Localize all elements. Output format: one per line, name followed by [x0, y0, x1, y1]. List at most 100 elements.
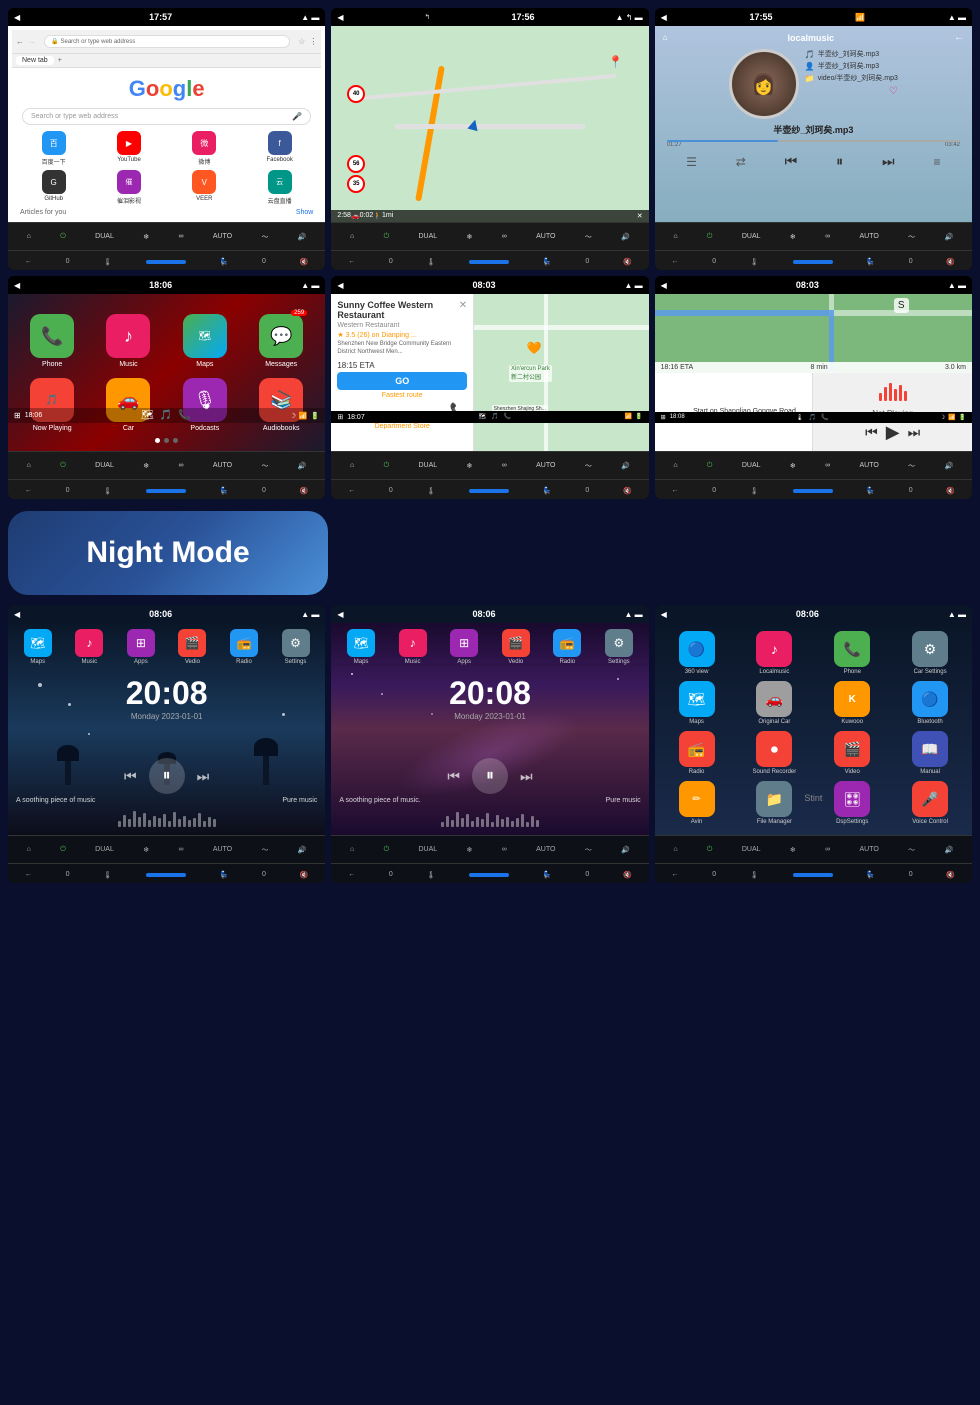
home-icon8[interactable]: ⌂	[27, 846, 31, 853]
night2-app-video[interactable]: 🎬 Vedio	[502, 629, 530, 665]
wave-icon3[interactable]: 〜	[908, 232, 915, 242]
night3-back-icon[interactable]: ◀	[661, 610, 667, 619]
dot-3[interactable]	[173, 438, 178, 443]
phone-icon[interactable]: 📞	[178, 410, 190, 421]
app-manual[interactable]: 📖 Manual	[894, 731, 966, 775]
app-360view[interactable]: 🔵 360 view	[661, 631, 733, 675]
vol2-icon[interactable]: 🔇	[300, 258, 309, 266]
snowflake-icon4[interactable]: ❄	[143, 462, 149, 470]
mc-prev[interactable]: ⏮	[865, 424, 878, 441]
prev-icon[interactable]: ⏮	[785, 153, 798, 170]
next-icon[interactable]: ⏭	[882, 153, 895, 170]
vol10-icon[interactable]: 🔇	[946, 871, 955, 879]
cpnav-back-icon[interactable]: ◀	[661, 281, 667, 290]
vol-icon7[interactable]: 🔊	[298, 846, 307, 854]
music-icon2[interactable]: 🎵	[160, 410, 172, 421]
night-app-music[interactable]: ♪ Music	[75, 629, 103, 665]
vol9-icon[interactable]: 🔇	[623, 871, 632, 879]
wave-icon8[interactable]: 〜	[585, 845, 592, 855]
vol8-icon[interactable]: 🔇	[300, 871, 309, 879]
night2-next[interactable]: ⏭	[520, 768, 533, 785]
night2-back-icon[interactable]: ◀	[337, 610, 343, 619]
add-tab[interactable]: +	[58, 57, 62, 64]
cp-nowplaying[interactable]: 🎵 Now Playing	[18, 378, 86, 432]
mc-play[interactable]: ▶	[886, 422, 900, 443]
song-item-1[interactable]: 半壶纱_刘珂矣.mp3	[818, 49, 879, 59]
cp-back-icon[interactable]: ◀	[14, 281, 20, 290]
power-icon8[interactable]: ⏻	[384, 846, 390, 854]
temp-icon8[interactable]: 🌡	[103, 871, 112, 879]
mic-icon[interactable]: 🎤	[292, 112, 302, 121]
temp-icon2[interactable]: 🌡	[427, 258, 436, 266]
vol7-icon[interactable]: 🔇	[946, 487, 955, 495]
url-bar[interactable]: 🔒 Search or type web address	[44, 35, 290, 48]
snowflake-icon8[interactable]: ❄	[467, 846, 473, 854]
shortcut-facebook[interactable]: f Facebook	[244, 131, 315, 166]
back-icon[interactable]: ◀	[14, 13, 20, 22]
shortcut-cinema[interactable]: 催 催泪影视	[93, 170, 164, 205]
link-icon[interactable]: ∞	[178, 233, 183, 240]
forward-btn[interactable]: →	[28, 37, 36, 46]
app-localmusic[interactable]: ♪ Localmusic	[738, 631, 810, 675]
home-icon7[interactable]: ⌂	[673, 462, 677, 469]
cp-music[interactable]: ♪ Music	[94, 314, 162, 368]
link-icon7[interactable]: ∞	[178, 846, 183, 853]
home-icon5[interactable]: ⌂	[27, 462, 31, 469]
dot-2[interactable]	[164, 438, 169, 443]
power-icon7[interactable]: ⏻	[60, 846, 66, 854]
power-icon4[interactable]: ⏻	[60, 462, 66, 470]
snowflake-icon6[interactable]: ❄	[790, 462, 796, 470]
tab-label[interactable]: New tab	[16, 56, 54, 65]
eq-icon[interactable]: ≡	[934, 155, 941, 169]
night2-app-settings[interactable]: ⚙ Settings	[605, 629, 633, 665]
vol-icon4[interactable]: 🔊	[298, 462, 307, 470]
cp-audiobooks[interactable]: 📚 Audiobooks	[247, 378, 315, 432]
night1-back-icon[interactable]: ◀	[14, 610, 20, 619]
wave-icon4[interactable]: 〜	[262, 461, 269, 471]
night2-app-radio[interactable]: 📻 Radio	[553, 629, 581, 665]
vol-icon6[interactable]: 🔊	[945, 462, 954, 470]
cp-messages[interactable]: 💬 259 Messages	[247, 314, 315, 368]
vol-icon5[interactable]: 🔊	[621, 462, 630, 470]
link-icon2[interactable]: ∞	[502, 233, 507, 240]
link-icon5[interactable]: ∞	[502, 462, 507, 469]
pause-icon[interactable]: ⏸	[836, 153, 843, 170]
vol-icon3[interactable]: 🔊	[945, 233, 954, 241]
playlist-icon[interactable]: ☰	[686, 155, 697, 169]
temp-icon6[interactable]: 🌡	[796, 414, 804, 421]
song-item-3[interactable]: video/半壶纱_刘珂矣.mp3	[818, 73, 898, 83]
app-radio2[interactable]: 📻 Radio	[661, 731, 733, 775]
snowflake-icon5[interactable]: ❄	[467, 462, 473, 470]
temp-icon5[interactable]: 🌡	[427, 487, 436, 495]
shortcut-weibo[interactable]: 微 微博	[169, 131, 240, 166]
app-bluetooth[interactable]: 🔵 Bluetooth	[894, 681, 966, 725]
link-icon4[interactable]: ∞	[178, 462, 183, 469]
star-icon[interactable]: ☆	[298, 37, 305, 46]
snowflake-icon[interactable]: ❄	[143, 233, 149, 241]
link-icon8[interactable]: ∞	[502, 846, 507, 853]
back3-icon[interactable]: ←	[348, 258, 355, 265]
cp-maps[interactable]: 🗺 Maps	[171, 314, 239, 368]
night1-pause[interactable]: ⏸	[149, 758, 185, 794]
app-video2[interactable]: 🎬 Video	[816, 731, 888, 775]
night2-pause[interactable]: ⏸	[472, 758, 508, 794]
night-app-settings[interactable]: ⚙ Settings	[282, 629, 310, 665]
vol-icon[interactable]: 🔊	[298, 233, 307, 241]
app-maps2[interactable]: 🗺 Maps	[661, 681, 733, 725]
back-arrow[interactable]: ←	[954, 32, 964, 43]
night2-prev[interactable]: ⏮	[447, 768, 460, 785]
app-recorder[interactable]: ⏺ Sound Recorder	[738, 731, 810, 775]
app-voicecontrol[interactable]: 🎤 Voice Control	[894, 781, 966, 825]
vol3-icon[interactable]: 🔇	[623, 258, 632, 266]
power-icon3[interactable]: ⏻	[707, 233, 713, 241]
home-icon10[interactable]: ⌂	[673, 846, 677, 853]
back-btn[interactable]: ←	[16, 37, 24, 46]
home-icon[interactable]: ⌂	[27, 233, 31, 240]
link-icon9[interactable]: ∞	[825, 846, 830, 853]
map-icon2[interactable]: 🗺	[478, 413, 486, 421]
back5-icon[interactable]: ←	[672, 258, 679, 265]
vol5-icon[interactable]: 🔇	[300, 487, 309, 495]
home-icon4[interactable]: ⌂	[673, 233, 677, 240]
app-kuwooo[interactable]: K Kuwooo	[816, 681, 888, 725]
phone-icon2[interactable]: 📞	[504, 413, 511, 421]
